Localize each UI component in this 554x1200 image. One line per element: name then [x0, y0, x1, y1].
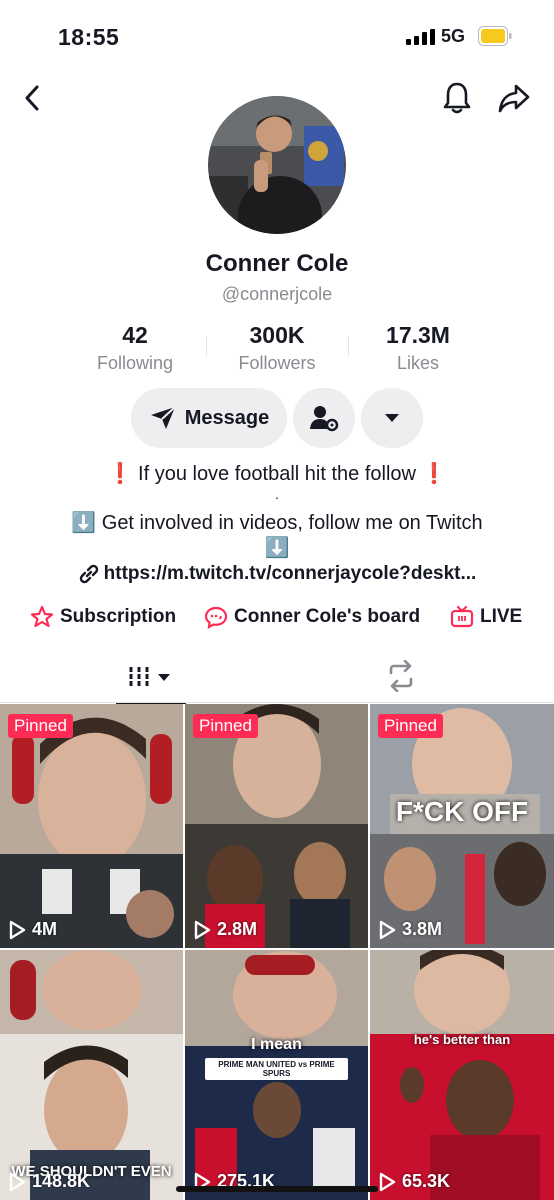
video-thumbnail-image — [185, 704, 368, 948]
video-caption: I mean — [251, 1036, 302, 1053]
following-label: Following — [96, 353, 174, 373]
view-count: 148.8K — [8, 1171, 90, 1192]
stat-following[interactable]: 42 Following — [65, 322, 205, 374]
play-icon — [379, 920, 396, 939]
video-thumbnail[interactable]: Pinned F*CK OFF 3.8M — [370, 704, 554, 948]
followers-count: 300K — [249, 322, 305, 348]
share-arrow-icon — [498, 84, 530, 113]
play-icon — [379, 1172, 396, 1191]
video-sub-caption: PRIME MAN UNITED vs PRIME SPURS — [205, 1058, 348, 1080]
message-button-label: Message — [184, 406, 270, 429]
reposts-icon — [389, 659, 413, 693]
follow-settings-button[interactable] — [293, 388, 355, 448]
home-indicator[interactable] — [176, 1186, 378, 1192]
video-thumbnail[interactable]: he's better than 65.3K — [370, 950, 554, 1200]
play-icon — [194, 920, 211, 939]
notifications-button[interactable] — [437, 78, 477, 118]
subscription-star-icon — [30, 605, 54, 628]
status-bar: 18:55 5G — [0, 0, 554, 70]
live-tv-icon — [450, 605, 474, 628]
battery-icon — [478, 26, 512, 46]
view-count-text: 2.8M — [217, 919, 258, 939]
following-count: 42 — [122, 322, 148, 348]
bio-link[interactable]: https://m.twitch.tv/connerjaycole?deskt.… — [0, 563, 554, 585]
pinned-badge: Pinned — [378, 714, 443, 738]
profile-name: Conner Cole — [205, 250, 349, 277]
chevron-left-icon — [25, 85, 39, 111]
video-thumbnail[interactable]: Pinned 4M — [0, 704, 183, 948]
board-link[interactable]: Conner Cole's board — [204, 605, 420, 629]
message-button[interactable]: Message — [131, 388, 287, 448]
followers-label: Followers — [238, 353, 316, 373]
video-caption: he's better than — [413, 1032, 511, 1047]
caret-down-icon — [385, 414, 399, 422]
user-settings-icon — [310, 406, 339, 432]
bio-line: ⬇️ — [264, 537, 290, 559]
stat-followers[interactable]: 300K Followers — [207, 322, 347, 374]
likes-label: Likes — [396, 353, 440, 373]
subscription-link[interactable]: Subscription — [30, 605, 176, 629]
video-thumbnail[interactable]: Pinned 2.8M — [185, 704, 368, 948]
view-count: 4M — [8, 919, 57, 940]
avatar[interactable] — [208, 96, 346, 234]
pinned-badge: Pinned — [8, 714, 73, 738]
view-count: 3.8M — [378, 919, 442, 940]
pinned-badge: Pinned — [193, 714, 258, 738]
link-icon — [79, 564, 98, 584]
bio-line: ❗ If you love football hit the follow ❗ — [107, 463, 447, 485]
tab-reposts[interactable] — [384, 659, 424, 694]
play-icon — [9, 1172, 26, 1191]
live-label: LIVE — [480, 606, 523, 627]
more-options-button[interactable] — [361, 388, 423, 448]
bio-link-text: https://m.twitch.tv/connerjaycole?deskt.… — [103, 563, 477, 584]
tabs-divider — [0, 702, 554, 703]
video-thumbnail-image — [370, 950, 554, 1200]
bell-icon — [443, 82, 471, 114]
view-count-text: 4M — [32, 919, 58, 939]
video-thumbnail[interactable]: I mean PRIME MAN UNITED vs PRIME SPURS 2… — [185, 950, 368, 1200]
network-type: 5G — [441, 26, 466, 46]
view-count-text: 65.3K — [402, 1171, 451, 1191]
board-label: Conner Cole's board — [234, 606, 421, 627]
status-time: 18:55 — [58, 24, 120, 50]
share-button[interactable] — [494, 78, 534, 118]
view-count-text: 148.8K — [32, 1171, 91, 1191]
subscription-label: Subscription — [60, 606, 177, 627]
send-icon — [150, 406, 176, 429]
back-button[interactable] — [12, 78, 52, 118]
video-caption: F*CK OFF — [395, 796, 529, 827]
view-count: 2.8M — [193, 919, 257, 940]
live-link[interactable]: LIVE — [450, 605, 522, 629]
board-chat-icon — [204, 606, 228, 629]
stat-likes[interactable]: 17.3M Likes — [348, 322, 488, 374]
view-count: 65.3K — [378, 1171, 450, 1192]
videos-grid-icon — [129, 667, 170, 687]
view-count-text: 3.8M — [402, 919, 443, 939]
tab-videos[interactable] — [116, 655, 186, 704]
play-icon — [9, 920, 26, 939]
cellular-signal-icon — [406, 29, 435, 45]
profile-handle: @connerjcole — [221, 284, 333, 304]
bio-line: ⬇️ Get involved in videos, follow me on … — [71, 512, 483, 534]
bio-line: . — [275, 486, 279, 502]
video-thumbnail-image — [0, 704, 183, 948]
likes-count: 17.3M — [386, 322, 450, 348]
video-thumbnail[interactable]: WE SHOULDN'T EVEN 148.8K — [0, 950, 183, 1200]
